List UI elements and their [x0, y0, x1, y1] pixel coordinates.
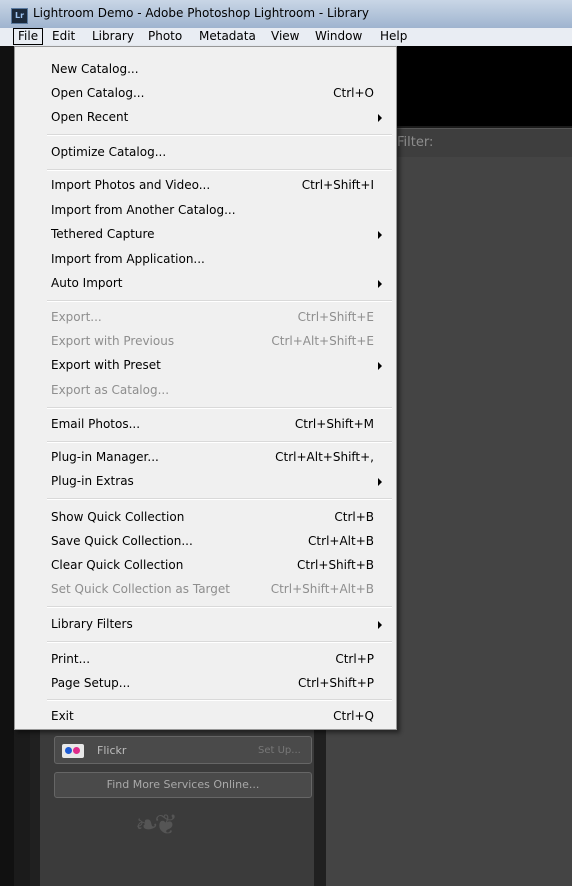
- menu-separator: [47, 498, 392, 500]
- menu-item-tethered-capture[interactable]: Tethered Capture: [17, 222, 394, 246]
- menu-item-plugin-extras[interactable]: Plug-in Extras: [17, 469, 394, 493]
- menu-window[interactable]: Window: [311, 28, 366, 45]
- menu-separator: [47, 641, 392, 643]
- library-filter-bar[interactable]: Filter:: [396, 128, 572, 158]
- menu-item-save-quick-collection[interactable]: Save Quick Collection... Ctrl+Alt+B: [17, 529, 394, 553]
- menu-item-optimize-catalog[interactable]: Optimize Catalog...: [17, 140, 394, 164]
- menu-library[interactable]: Library: [88, 28, 138, 45]
- filter-label: Filter:: [397, 135, 434, 150]
- panel-end-ornament-icon: ❧❦: [135, 808, 178, 841]
- menu-separator: [47, 300, 392, 302]
- menu-photo[interactable]: Photo: [144, 28, 186, 45]
- submenu-arrow-icon: [378, 621, 382, 629]
- flickr-logo-icon: [62, 744, 84, 758]
- menu-item-clear-quick-collection[interactable]: Clear Quick Collection Ctrl+Shift+B: [17, 553, 394, 577]
- menu-item-export-with-preset[interactable]: Export with Preset: [17, 353, 394, 377]
- menu-item-import-another-catalog[interactable]: Import from Another Catalog...: [17, 198, 394, 222]
- menu-item-exit[interactable]: Exit Ctrl+Q: [17, 704, 394, 728]
- submenu-arrow-icon: [378, 231, 382, 239]
- menu-item-new-catalog[interactable]: New Catalog...: [17, 57, 394, 81]
- menu-item-email-photos[interactable]: Email Photos... Ctrl+Shift+M: [17, 412, 394, 436]
- menu-item-show-quick-collection[interactable]: Show Quick Collection Ctrl+B: [17, 505, 394, 529]
- menu-separator: [47, 134, 392, 136]
- menu-item-open-catalog[interactable]: Open Catalog... Ctrl+O: [17, 81, 394, 105]
- menu-item-export-with-previous: Export with Previous Ctrl+Alt+Shift+E: [51, 334, 374, 348]
- submenu-arrow-icon: [378, 280, 382, 288]
- submenu-arrow-icon: [378, 362, 382, 370]
- flickr-setup-link[interactable]: Set Up...: [258, 745, 301, 756]
- menu-separator: [47, 699, 392, 701]
- file-menu-dropdown: New Catalog... Open Catalog... Ctrl+O Op…: [14, 46, 397, 730]
- menu-separator: [47, 606, 392, 608]
- menu-file[interactable]: File: [13, 28, 44, 45]
- window-title: Lightroom Demo - Adobe Photoshop Lightro…: [33, 6, 369, 20]
- menu-item-print[interactable]: Print... Ctrl+P: [17, 647, 394, 671]
- menu-item-export: Export... Ctrl+Shift+E: [51, 310, 374, 324]
- menu-separator: [47, 169, 392, 171]
- menu-item-plugin-manager[interactable]: Plug-in Manager... Ctrl+Alt+Shift+,: [17, 445, 394, 469]
- title-bar: Lr Lightroom Demo - Adobe Photoshop Ligh…: [0, 0, 572, 28]
- menu-item-set-quick-collection-target: Set Quick Collection as Target Ctrl+Shif…: [51, 582, 374, 596]
- menu-item-open-recent[interactable]: Open Recent: [17, 105, 394, 129]
- menu-item-import-photos[interactable]: Import Photos and Video... Ctrl+Shift+I: [17, 173, 394, 197]
- lightroom-logo-icon[interactable]: Lr: [11, 8, 28, 24]
- menu-help[interactable]: Help: [376, 28, 411, 45]
- menu-item-page-setup[interactable]: Page Setup... Ctrl+Shift+P: [17, 671, 394, 695]
- left-edge: [0, 46, 14, 886]
- submenu-arrow-icon: [378, 114, 382, 122]
- menu-bar: File Edit Library Photo Metadata View Wi…: [0, 28, 572, 47]
- menu-separator: [47, 407, 392, 409]
- submenu-arrow-icon: [378, 478, 382, 486]
- menu-edit[interactable]: Edit: [48, 28, 79, 45]
- menu-metadata[interactable]: Metadata: [195, 28, 260, 45]
- menu-separator: [47, 441, 392, 443]
- top-panel: [396, 46, 572, 126]
- menu-item-export-as-catalog: Export as Catalog...: [51, 383, 170, 397]
- menu-item-auto-import[interactable]: Auto Import: [17, 271, 394, 295]
- menu-item-library-filters[interactable]: Library Filters: [17, 612, 394, 636]
- flickr-service-name: Flickr: [97, 744, 127, 757]
- find-more-services-button[interactable]: Find More Services Online...: [54, 772, 312, 798]
- menu-item-import-application[interactable]: Import from Application...: [17, 247, 394, 271]
- menu-view[interactable]: View: [267, 28, 303, 45]
